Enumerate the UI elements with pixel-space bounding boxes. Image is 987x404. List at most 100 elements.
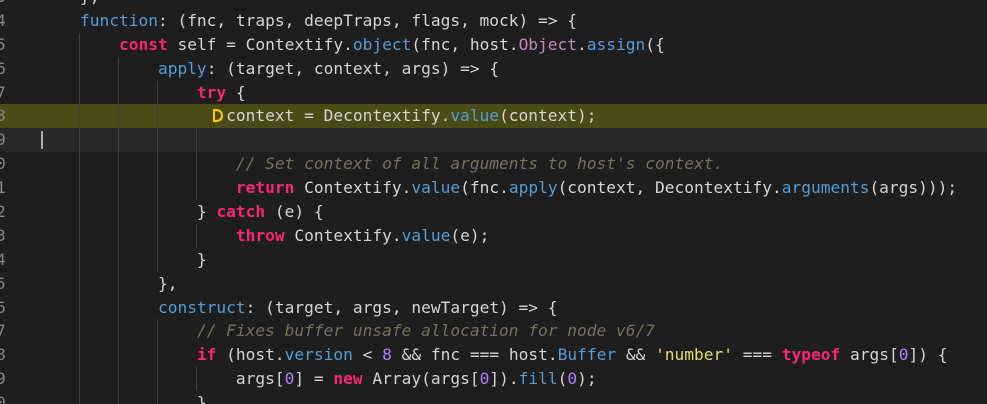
- code-token: catch: [216, 202, 266, 222]
- code-token: },: [41, 273, 178, 293]
- code-line[interactable]: 2 } catch (e) {: [0, 200, 987, 224]
- code-token: context = Decontextify.: [226, 106, 451, 126]
- code-token: ]) {: [908, 345, 948, 365]
- code-token: 0: [567, 369, 578, 389]
- code-token: if: [196, 345, 217, 365]
- code-token: (args)));: [869, 178, 958, 198]
- code-token: ===: [733, 345, 782, 365]
- code-token: },: [41, 0, 100, 6]
- code-line[interactable]: 4 }: [0, 247, 987, 272]
- code-token: (fnc, host.: [411, 34, 519, 54]
- code-token: typeof: [781, 345, 841, 365]
- code-line[interactable]: 6 apply: (target, context, args) => {: [0, 56, 987, 81]
- code-text: args[0] = new Array(args[0]).fill(0);: [41, 367, 597, 391]
- code-line[interactable]: 5 const self = Contextify.object(fnc, ho…: [0, 32, 987, 57]
- code-line[interactable]: 3 },: [0, 0, 987, 9]
- indent-guide: [79, 128, 81, 153]
- line-number: 3: [0, 225, 6, 245]
- code-token: 'number': [655, 345, 734, 365]
- code-token: 0: [479, 369, 490, 389]
- code-token: Object: [518, 34, 578, 54]
- code-line[interactable]: 7 try {: [0, 80, 987, 105]
- code-token: function: [79, 10, 158, 30]
- line-number: 8: [0, 345, 6, 365]
- code-token: );: [577, 369, 597, 389]
- code-token: // Set context of all arguments to host'…: [235, 154, 724, 174]
- code-text: // Fixes buffer unsafe allocation for no…: [41, 319, 655, 343]
- code-line[interactable]: 5 },: [0, 271, 987, 296]
- code-token: }: [41, 393, 207, 404]
- code-line[interactable]: 1 return Contextify.value(fnc.apply(cont…: [0, 176, 987, 201]
- code-token: (context, Decontextify.: [557, 178, 782, 198]
- code-text: if (host.version < 8 && fnc === host.Buf…: [41, 343, 948, 367]
- code-text: construct: (target, args, newTarget) => …: [41, 296, 558, 320]
- line-number: 7: [0, 82, 6, 102]
- code-line[interactable]: 8 if (host.version < 8 && fnc === host.B…: [0, 343, 987, 368]
- code-token: (e) {: [265, 202, 324, 222]
- code-line[interactable]: 4 function: (fnc, traps, deepTraps, flag…: [0, 9, 987, 33]
- code-line[interactable]: 7 // Fixes buffer unsafe allocation for …: [0, 319, 987, 344]
- line-number: 0: [0, 393, 6, 404]
- code-token: <: [352, 345, 383, 365]
- code-token: .: [577, 34, 587, 54]
- indent-guide: [118, 128, 120, 153]
- code-token: }: [41, 202, 217, 222]
- code-text: context = Decontextify.value(context);: [41, 104, 597, 128]
- code-token: }: [41, 249, 207, 269]
- code-text: },: [41, 272, 178, 296]
- line-number: 0: [0, 154, 6, 174]
- code-token: 0: [284, 369, 295, 389]
- code-token: assign: [586, 34, 646, 54]
- code-line[interactable]: 6 construct: (target, args, newTarget) =…: [0, 295, 987, 320]
- code-text: },: [41, 0, 100, 9]
- indent-guide: [196, 128, 198, 153]
- code-token: Buffer: [557, 345, 617, 365]
- line-number: 5: [0, 34, 6, 54]
- code-lines[interactable]: 3 },4 function: (fnc, traps, deepTraps, …: [0, 0, 987, 404]
- code-token: ]).: [489, 369, 519, 389]
- code-line[interactable]: 3 throw Contextify.value(e);: [0, 223, 987, 248]
- line-number: 7: [0, 321, 6, 341]
- code-text: apply: (target, context, args) => {: [41, 57, 499, 81]
- code-token: {: [226, 82, 246, 102]
- line-number: 9: [0, 369, 6, 389]
- line-number: 6: [0, 58, 6, 78]
- code-text: } catch (e) {: [41, 200, 324, 224]
- code-token: : (fnc, traps, deepTraps, flags, mock) =…: [157, 10, 578, 30]
- code-token: self = Contextify.: [167, 34, 353, 54]
- code-line-current[interactable]: 9: [0, 128, 987, 153]
- code-line[interactable]: 0 }: [0, 391, 987, 404]
- code-token: (: [557, 369, 568, 389]
- code-token: version: [284, 345, 353, 365]
- code-line[interactable]: 9 args[0] = new Array(args[0]).fill(0);: [0, 367, 987, 392]
- code-token: &&: [616, 345, 656, 365]
- code-token: return: [235, 178, 295, 198]
- code-token: (e);: [450, 225, 490, 245]
- code-token: Array(args[: [362, 369, 480, 389]
- code-text: }: [41, 391, 207, 404]
- line-number: 6: [0, 297, 6, 317]
- code-line[interactable]: 0 // Set context of all arguments to hos…: [0, 152, 987, 177]
- code-token: args[: [41, 369, 285, 389]
- code-token: Contextify.: [284, 225, 402, 245]
- code-token: 8: [382, 345, 392, 365]
- code-editor[interactable]: 3 },4 function: (fnc, traps, deepTraps, …: [0, 0, 987, 404]
- line-number: 9: [0, 130, 6, 150]
- code-token: (context);: [499, 106, 597, 126]
- code-token: value: [411, 178, 461, 198]
- code-token: apply: [157, 58, 207, 78]
- code-token: // Fixes buffer unsafe allocation for no…: [196, 321, 655, 341]
- code-token: fill: [518, 369, 558, 389]
- code-token: ] =: [294, 369, 334, 389]
- line-number: 1: [0, 178, 6, 198]
- code-line-debug-paused[interactable]: 8 context = Decontextify.value(context);: [0, 104, 987, 129]
- code-token: : (target, args, newTarget) => {: [245, 297, 558, 317]
